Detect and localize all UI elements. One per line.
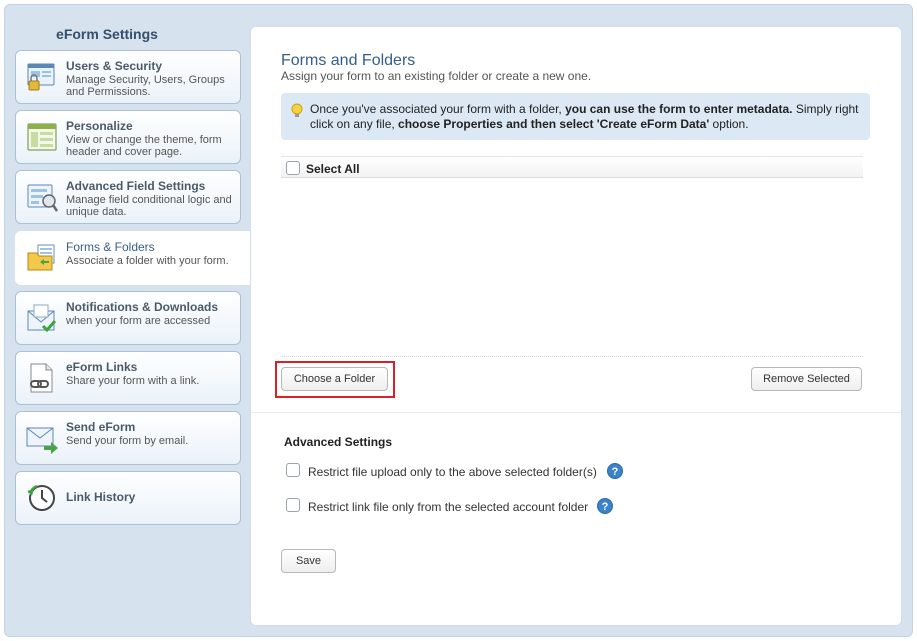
section-divider — [251, 412, 901, 413]
envelope-check-icon — [27, 304, 57, 333]
help-icon[interactable]: ? — [597, 498, 613, 514]
sidebar-item-desc: Manage field conditional logic and uniqu… — [66, 194, 232, 218]
sidebar-item-link-history[interactable]: Link History — [15, 471, 241, 525]
document-link-icon — [30, 363, 53, 393]
sidebar-item-label: Link History — [66, 490, 136, 504]
sidebar-item-label: Advanced Field Settings — [66, 179, 206, 193]
lightbulb-icon — [291, 103, 303, 117]
sidebar-item-desc: Send your form by email. — [66, 435, 189, 447]
users-security-icon — [27, 63, 55, 91]
sidebar-item-desc: Manage Security, Users, Groups and Permi… — [66, 74, 225, 98]
tip-bold-text: you can use the form to enter metadata. — [565, 102, 793, 116]
history-clock-icon — [27, 484, 55, 511]
sidebar-item-forms-folders[interactable]: Forms & Folders Associate a folder with … — [15, 231, 258, 285]
sidebar-item-desc: View or change the theme, form header an… — [66, 134, 222, 158]
sidebar-item-desc: when your form are accessed — [66, 315, 211, 327]
sidebar-item-send-eform[interactable]: Send eForm Send your form by email. — [15, 411, 241, 465]
sidebar-item-desc: Share your form with a link. — [66, 375, 200, 387]
tip-text: option. — [709, 117, 749, 131]
save-button[interactable]: Save — [281, 549, 336, 573]
folder-list — [281, 179, 863, 357]
restrict-link-checkbox[interactable] — [286, 498, 300, 512]
restrict-link-label[interactable]: Restrict link file only from the selecte… — [308, 500, 588, 514]
sidebar-item-label: Forms & Folders — [66, 240, 155, 254]
sidebar-item-label: Users & Security — [66, 59, 163, 73]
select-all-checkbox[interactable] — [286, 161, 300, 175]
select-all-label[interactable]: Select All — [306, 162, 360, 176]
remove-selected-button[interactable]: Remove Selected — [751, 367, 862, 391]
sidebar-item-label: Notifications & Downloads — [66, 300, 219, 314]
tip-bold-text: choose Properties and then select 'Creat… — [398, 117, 710, 131]
sidebar-item-label: Personalize — [66, 119, 133, 133]
sidebar-item-personalize[interactable]: Personalize View or change the theme, fo… — [15, 110, 241, 164]
sidebar-item-eform-links[interactable]: eForm Links Share your form with a link. — [15, 351, 241, 405]
sidebar-item-users-security[interactable]: Users & Security Manage Security, Users,… — [15, 50, 241, 104]
settings-frame: eForm Settings Users & Security Manage S… — [4, 4, 913, 637]
restrict-upload-checkbox[interactable] — [286, 463, 300, 477]
tip-box: Once you've associated your form with a … — [281, 93, 870, 140]
envelope-send-icon — [26, 427, 58, 454]
page-title: Forms and Folders — [281, 52, 416, 69]
folder-list-header: Select All — [281, 156, 863, 178]
help-icon[interactable]: ? — [607, 463, 623, 479]
choose-folder-button[interactable]: Choose a Folder — [281, 367, 388, 391]
advanced-field-icon — [27, 184, 58, 212]
page-subtitle: Assign your form to an existing folder o… — [281, 69, 592, 83]
sidebar-item-notifications-downloads[interactable]: Notifications & Downloads when your form… — [15, 291, 241, 345]
personalize-icon — [27, 123, 57, 151]
sidebar-item-label: eForm Links — [66, 360, 138, 374]
sidebar-item-label: Send eForm — [66, 420, 136, 434]
restrict-upload-label[interactable]: Restrict file upload only to the above s… — [308, 465, 597, 479]
sidebar-item-desc: Associate a folder with your form. — [66, 255, 229, 267]
advanced-settings-title: Advanced Settings — [284, 435, 393, 449]
sidebar-title: eForm Settings — [56, 26, 158, 42]
tip-text: Once you've associated your form with a … — [310, 102, 566, 116]
sidebar-item-advanced-field-settings[interactable]: Advanced Field Settings Manage field con… — [15, 170, 241, 224]
forms-folders-icon — [27, 244, 55, 271]
main-panel: Forms and Folders Assign your form to an… — [250, 26, 902, 626]
